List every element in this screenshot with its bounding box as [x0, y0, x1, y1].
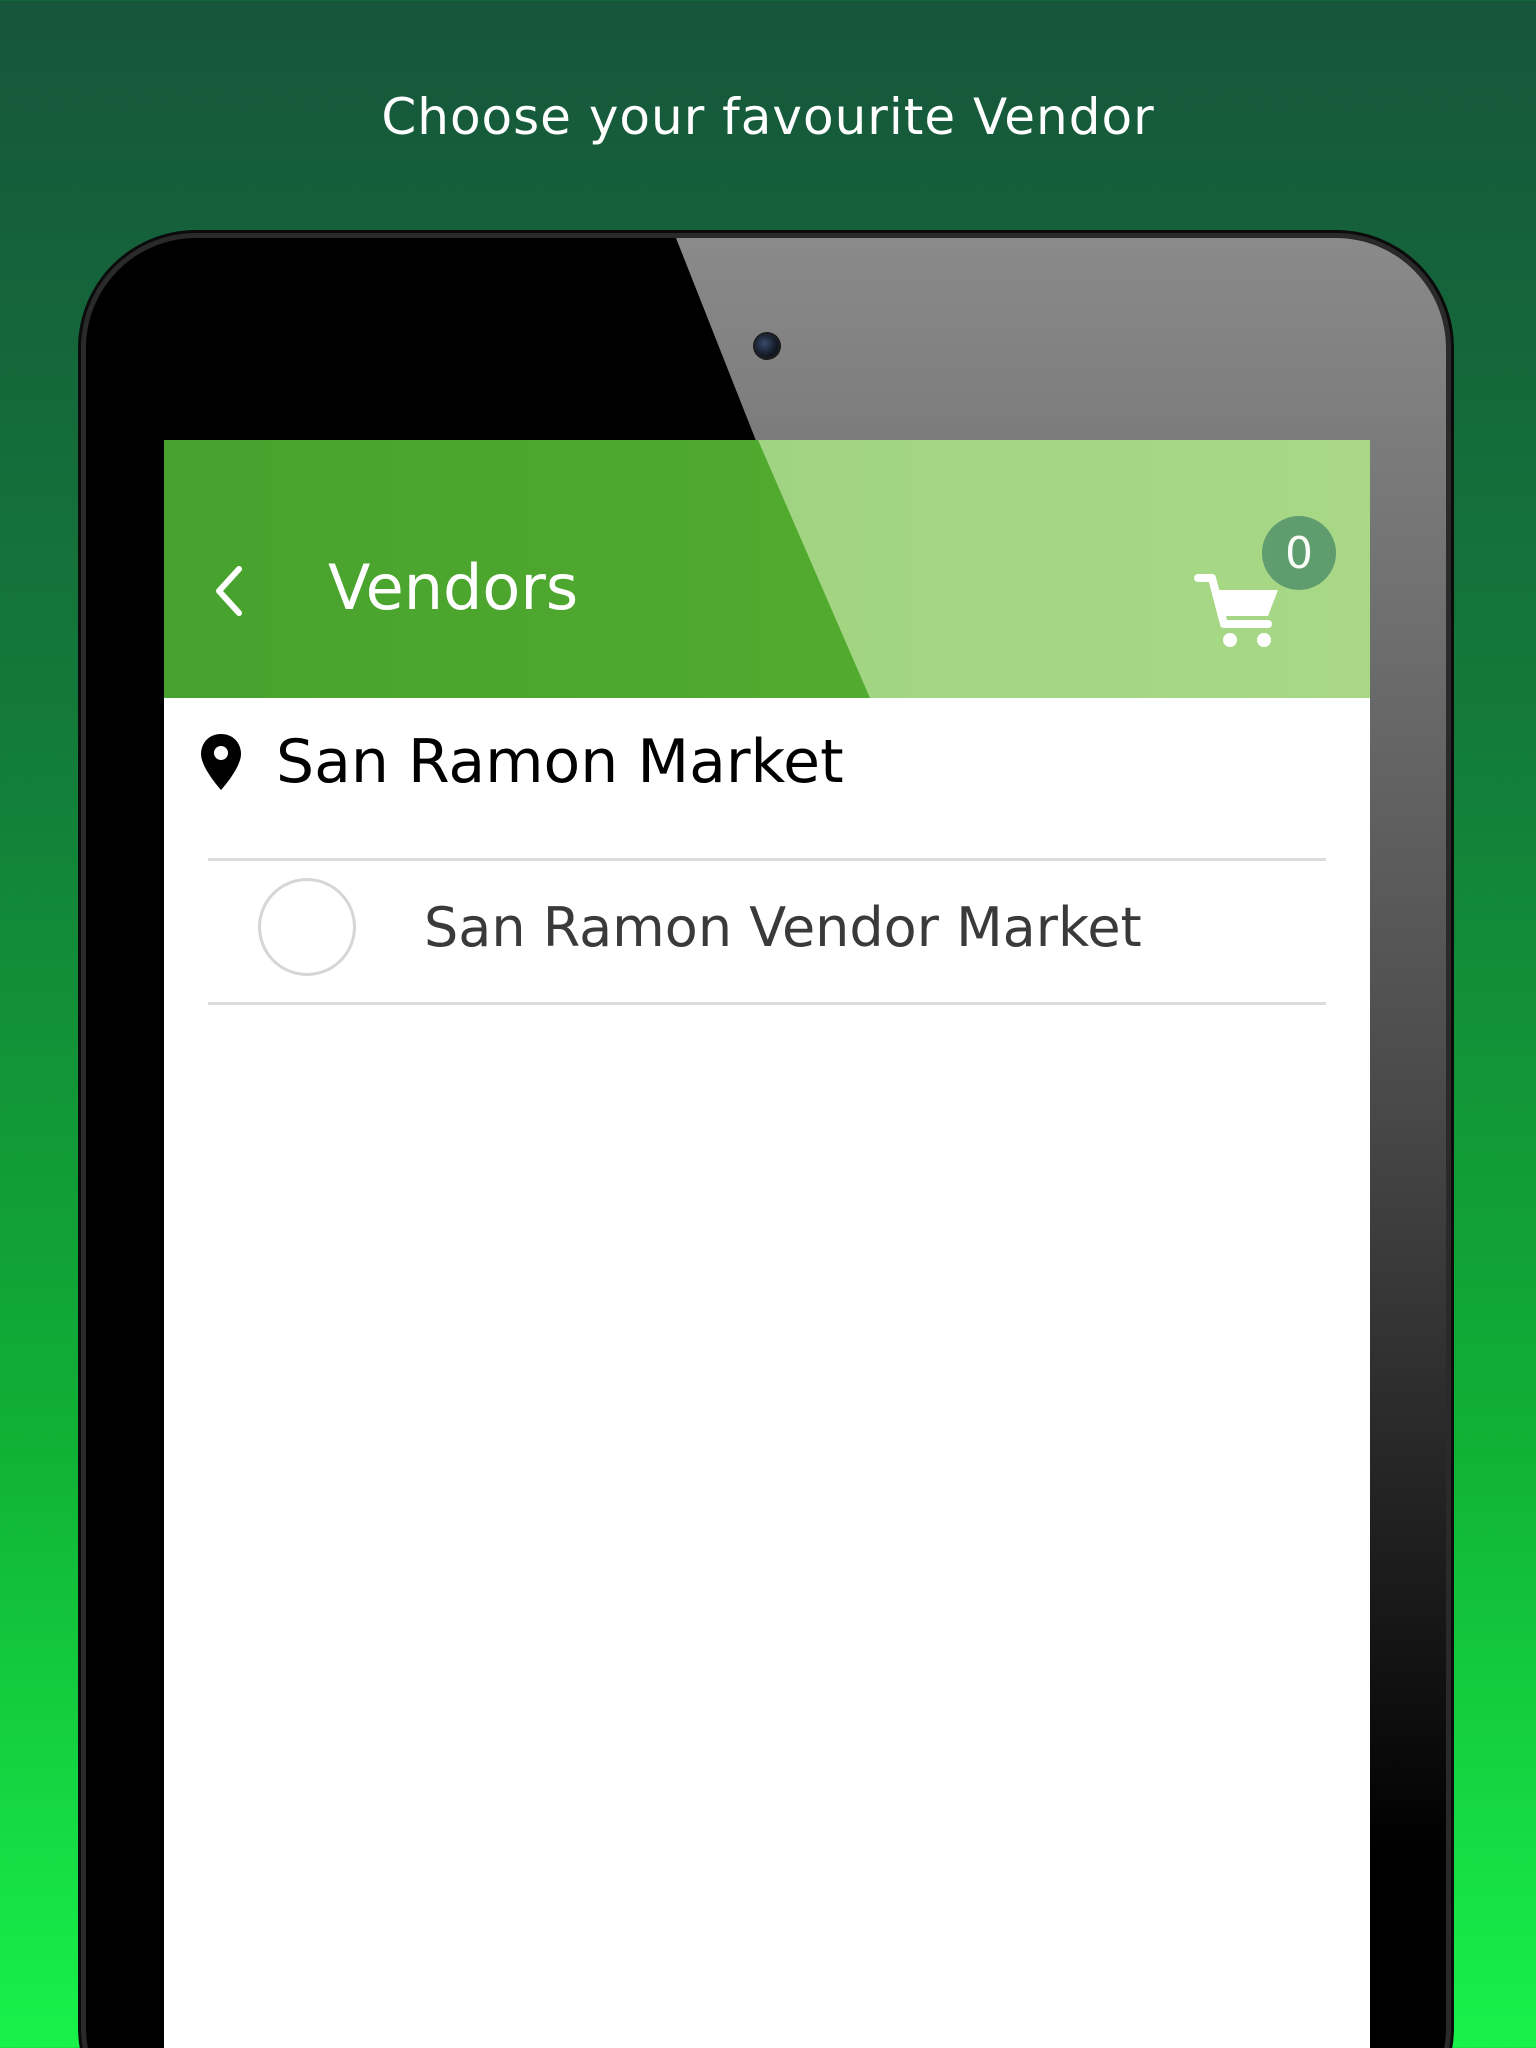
chevron-left-icon [216, 566, 242, 616]
shopping-cart-icon [1194, 574, 1278, 647]
page-title: Vendors [328, 551, 579, 624]
vendor-list-item[interactable]: San Ramon Vendor Market [208, 858, 1326, 1000]
location-pin-icon [196, 730, 246, 794]
back-button[interactable] [194, 556, 264, 626]
list-divider-bottom [208, 1002, 1326, 1005]
app-bar: Vendors 0 [164, 440, 1370, 698]
vendor-radio-button[interactable] [258, 878, 356, 976]
app-screen: Vendors 0 San Ramon Market San Ramon Ven… [164, 440, 1370, 2048]
front-camera [755, 334, 779, 358]
tablet-frame: Vendors 0 San Ramon Market San Ramon Ven… [86, 238, 1446, 2048]
vendor-name: San Ramon Vendor Market [424, 896, 1142, 959]
cart-count-badge: 0 [1262, 516, 1336, 590]
cart-button[interactable] [1194, 568, 1284, 658]
promo-caption: Choose your favourite Vendor [381, 88, 1155, 146]
location-name: San Ramon Market [276, 727, 844, 797]
location-header: San Ramon Market [196, 722, 844, 802]
